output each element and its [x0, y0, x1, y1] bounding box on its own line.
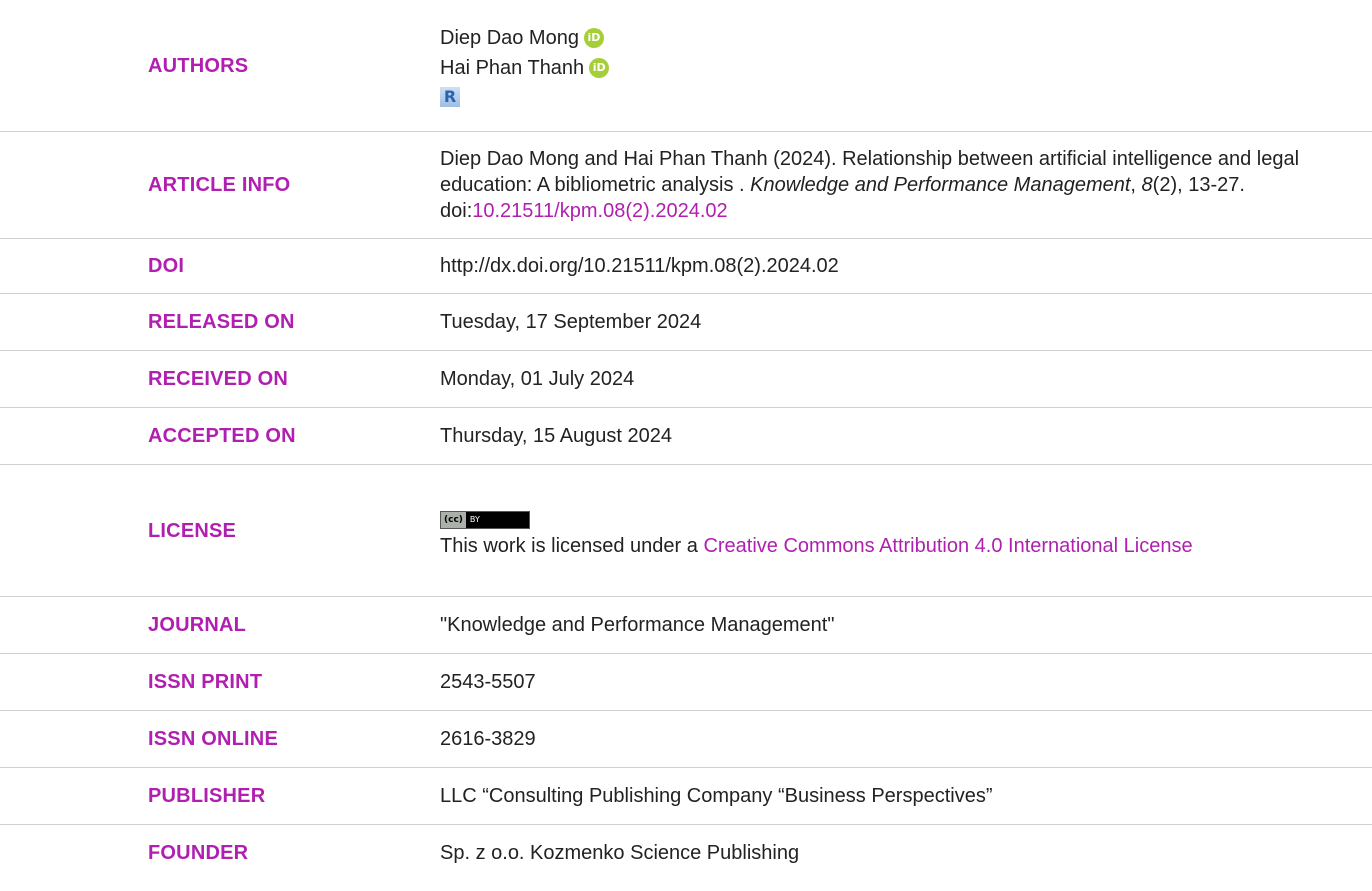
received-label: RECEIVED ON: [148, 368, 289, 390]
article-info-value: Diep Dao Mong and Hai Phan Thanh (2024).…: [440, 132, 1372, 239]
issn-print-row: ISSN PRINT 2543-5507: [0, 654, 1372, 711]
issn-print-label: ISSN PRINT: [148, 671, 263, 693]
author-name[interactable]: Hai Phan Thanh: [440, 55, 584, 81]
accepted-value: Thursday, 15 August 2024: [440, 425, 673, 447]
accepted-label: ACCEPTED ON: [148, 425, 296, 447]
publisher-row: PUBLISHER LLC “Consulting Publishing Com…: [0, 768, 1372, 825]
cc-by-icon[interactable]: (cc) BY: [440, 510, 530, 529]
received-row: RECEIVED ON Monday, 01 July 2024: [0, 351, 1372, 408]
cc-license-badge[interactable]: (cc) BY: [440, 503, 1352, 533]
journal-label: JOURNAL: [148, 614, 247, 636]
publisher-value: LLC “Consulting Publishing Company “Busi…: [440, 785, 993, 807]
cc-badge-by: BY: [465, 511, 484, 528]
author-name[interactable]: Diep Dao Mong: [440, 25, 579, 51]
journal-row: JOURNAL "Knowledge and Performance Manag…: [0, 597, 1372, 654]
issn-online-value: 2616-3829: [440, 728, 536, 750]
issn-online-label: ISSN ONLINE: [148, 728, 278, 750]
doi-value: http://dx.doi.org/10.21511/kpm.08(2).202…: [440, 255, 839, 277]
citation-volume: 8: [1141, 174, 1153, 196]
authors-value: Diep Dao Mong iD Hai Phan Thanh iD R: [440, 0, 1372, 132]
license-label: LICENSE: [148, 519, 237, 542]
received-value: Monday, 01 July 2024: [440, 368, 635, 390]
license-row: LICENSE (cc) BY This work is licensed un…: [0, 465, 1372, 597]
author-item: Hai Phan Thanh iD: [440, 53, 1352, 83]
article-info-row: ARTICLE INFO Diep Dao Mong and Hai Phan …: [0, 132, 1372, 239]
authors-row: AUTHORS Diep Dao Mong iD Hai Phan Thanh …: [0, 0, 1372, 132]
license-value: (cc) BY This work is licensed under a Cr…: [440, 465, 1372, 597]
article-metadata-table: AUTHORS Diep Dao Mong iD Hai Phan Thanh …: [0, 0, 1372, 881]
citation-journal: Knowledge and Performance Management: [750, 174, 1131, 196]
license-text: This work is licensed under a Creative C…: [440, 533, 1352, 559]
journal-value: "Knowledge and Performance Management": [440, 614, 835, 636]
license-link[interactable]: Creative Commons Attribution 4.0 Interna…: [703, 535, 1192, 557]
citation-comma: ,: [1130, 174, 1142, 196]
authors-label: AUTHORS: [148, 54, 249, 77]
released-value: Tuesday, 17 September 2024: [440, 311, 702, 333]
researcher-id-line: R: [440, 83, 1352, 109]
author-item: Diep Dao Mong iD: [440, 23, 1352, 53]
released-label: RELEASED ON: [148, 311, 295, 333]
article-info-label: ARTICLE INFO: [148, 174, 291, 196]
released-row: RELEASED ON Tuesday, 17 September 2024: [0, 294, 1372, 351]
researcherid-icon[interactable]: R: [440, 86, 460, 107]
cc-badge-fill: [483, 511, 529, 528]
orcid-icon[interactable]: iD: [583, 27, 604, 48]
founder-value: Sp. z o.o. Kozmenko Science Publishing: [440, 842, 800, 864]
issn-print-value: 2543-5507: [440, 671, 536, 693]
orcid-icon[interactable]: iD: [589, 57, 610, 78]
doi-row: DOI http://dx.doi.org/10.21511/kpm.08(2)…: [0, 239, 1372, 294]
citation-doi-link[interactable]: 10.21511/kpm.08(2).2024.02: [472, 200, 727, 222]
license-text-prefix: This work is licensed under a: [440, 534, 704, 557]
accepted-row: ACCEPTED ON Thursday, 15 August 2024: [0, 408, 1372, 465]
founder-label: FOUNDER: [148, 842, 249, 864]
cc-badge-cc: (cc): [441, 511, 466, 528]
publisher-label: PUBLISHER: [148, 785, 266, 807]
issn-online-row: ISSN ONLINE 2616-3829: [0, 711, 1372, 768]
founder-row: FOUNDER Sp. z o.o. Kozmenko Science Publ…: [0, 825, 1372, 882]
doi-label: DOI: [148, 255, 185, 277]
